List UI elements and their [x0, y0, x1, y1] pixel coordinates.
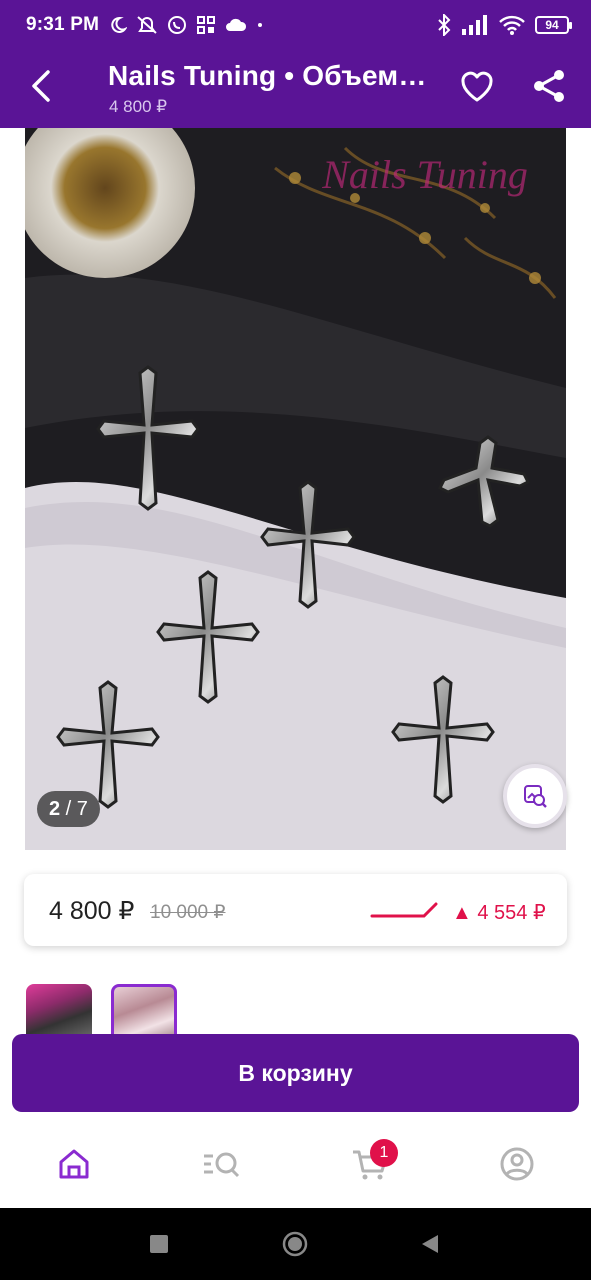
- product-image-gallery[interactable]: Nails Tuning 2 / 7: [25, 128, 566, 850]
- add-to-cart-button[interactable]: В корзину: [12, 1034, 579, 1112]
- price-delta-arrow-icon: ▲: [452, 902, 472, 924]
- back-arrow-icon[interactable]: [26, 66, 58, 106]
- status-left-icons: [109, 15, 264, 35]
- heart-icon[interactable]: [458, 68, 496, 106]
- wifi-icon: [499, 15, 525, 35]
- dot-icon: [258, 23, 263, 27]
- page-title: Nails Tuning • Объемный декор: [108, 60, 438, 91]
- bottom-nav: [0, 1122, 591, 1208]
- battery-icon: 94: [535, 16, 572, 34]
- home-icon[interactable]: [54, 1144, 94, 1184]
- mute-icon: [137, 16, 157, 34]
- price-card[interactable]: 4 800 ₽ 10 000 ₽ ▲ 4 554 ₽: [24, 874, 567, 946]
- back-triangle-icon[interactable]: [420, 1234, 440, 1254]
- status-bar: 9:31 PM 94: [0, 0, 591, 50]
- price-trend-icon: [370, 902, 438, 918]
- image-search-icon: [524, 785, 547, 808]
- home-circle-icon[interactable]: [282, 1231, 308, 1257]
- image-counter: 2 / 7: [37, 791, 100, 827]
- catalog-search-icon[interactable]: [201, 1144, 241, 1184]
- image-counter-separator: /: [60, 797, 77, 820]
- cart-badge: 1: [370, 1139, 398, 1167]
- product-screen: 9:31 PM 94 Nails Tuning • Объемный декор…: [0, 0, 591, 1280]
- current-price: 4 800 ₽: [49, 897, 135, 925]
- signal-icon: [462, 15, 487, 35]
- system-nav-bar: [0, 1208, 591, 1280]
- app-bar: Nails Tuning • Объемный декор 4 800 ₽: [0, 50, 591, 128]
- status-right-icons: 94: [437, 14, 572, 36]
- product-photo: Nails Tuning: [25, 128, 566, 850]
- old-price: 10 000 ₽: [150, 902, 226, 923]
- grid-icon: [197, 16, 216, 34]
- whatsapp-icon: [168, 16, 187, 34]
- recents-icon[interactable]: [150, 1235, 168, 1253]
- page-subtitle-price: 4 800 ₽: [109, 97, 168, 116]
- price-delta: ▲ 4 554 ₽: [452, 900, 546, 925]
- bluetooth-icon: [438, 14, 451, 36]
- moon-icon: [111, 16, 128, 33]
- share-icon[interactable]: [530, 67, 568, 105]
- price-delta-value: 4 554 ₽: [477, 902, 546, 924]
- image-counter-total: 7: [76, 797, 88, 820]
- image-counter-current: 2: [49, 797, 61, 820]
- watermark-text: Nails Tuning: [321, 152, 528, 197]
- cloud-icon: [226, 18, 247, 31]
- profile-icon[interactable]: [497, 1144, 537, 1184]
- status-time: 9:31 PM: [26, 14, 100, 35]
- image-search-button[interactable]: [503, 764, 567, 828]
